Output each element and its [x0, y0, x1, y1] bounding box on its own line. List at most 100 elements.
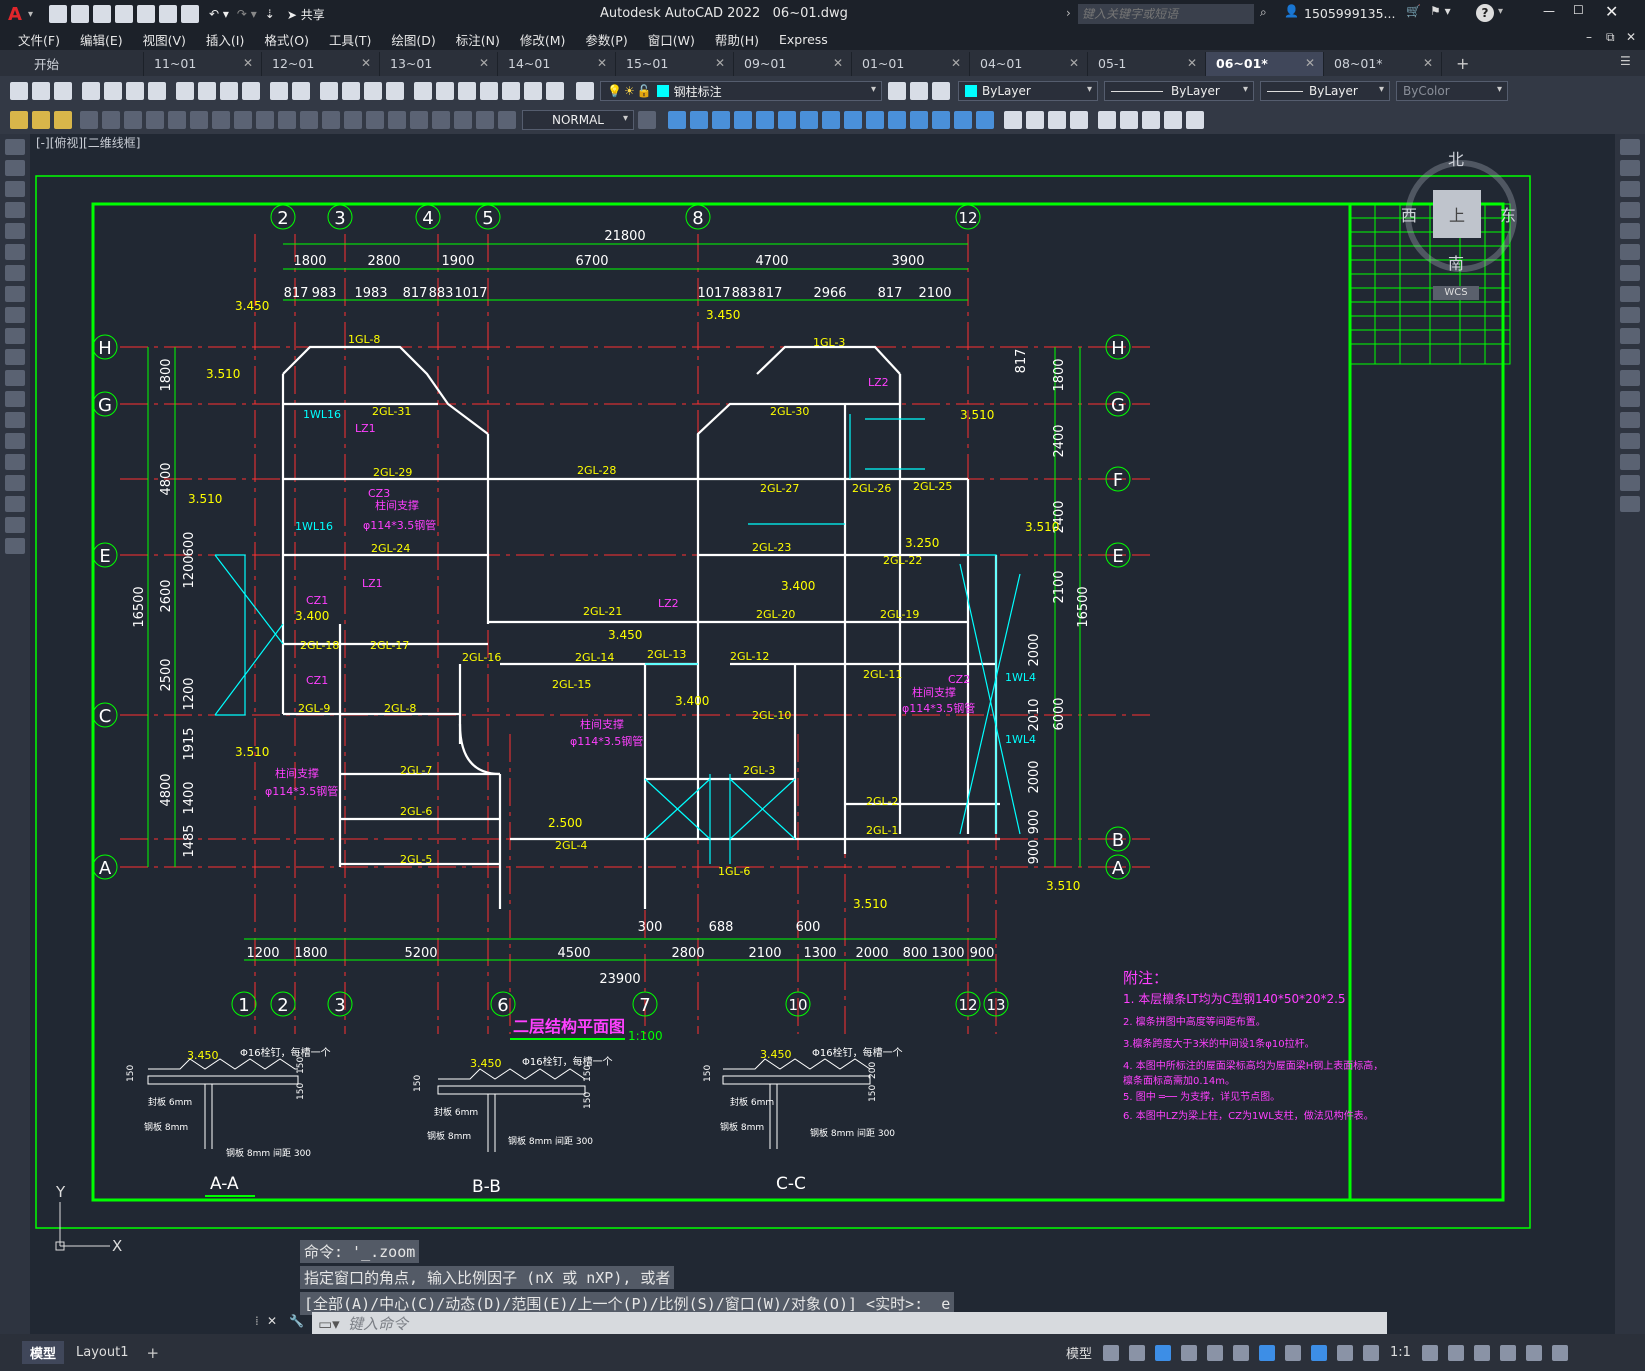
- group-select-icon[interactable]: [1164, 111, 1182, 129]
- offset-icon[interactable]: [712, 111, 730, 129]
- polygon-icon[interactable]: [5, 202, 25, 218]
- tb-paste-icon[interactable]: [220, 82, 238, 100]
- tb-zoom-realtime-icon[interactable]: [342, 82, 360, 100]
- mirror-icon[interactable]: [690, 111, 708, 129]
- circle-icon[interactable]: [5, 265, 25, 281]
- open-file-icon[interactable]: [70, 5, 89, 23]
- move-icon[interactable]: [756, 111, 774, 129]
- ortho-icon[interactable]: [1155, 1344, 1172, 1361]
- viewcube[interactable]: 上 北 南 西 东 WCS: [1398, 146, 1518, 300]
- dim-edit-icon[interactable]: [454, 111, 472, 129]
- tab-12-01[interactable]: 12~01 ✕: [262, 51, 380, 76]
- tab-08-01[interactable]: 08~01* ✕: [1324, 51, 1442, 76]
- close-tab-icon[interactable]: ✕: [1187, 56, 1197, 70]
- close-tab-icon[interactable]: ✕: [243, 56, 253, 70]
- chamfer-object-icon[interactable]: [1620, 433, 1640, 449]
- model-space-button[interactable]: 模型: [1060, 1343, 1098, 1362]
- tb-new-icon[interactable]: [10, 82, 28, 100]
- scale-object-icon[interactable]: [1620, 286, 1640, 302]
- isolate-objects-icon[interactable]: [1473, 1344, 1490, 1361]
- tb-tool-palettes-icon[interactable]: [458, 82, 476, 100]
- color-dropdown[interactable]: ByLayer ▾: [958, 81, 1098, 101]
- chamfer-icon[interactable]: [932, 111, 950, 129]
- send-back-icon[interactable]: [1048, 111, 1066, 129]
- region-icon[interactable]: [5, 475, 25, 491]
- tb-zoom-window-icon[interactable]: [364, 82, 382, 100]
- tb-copy-icon[interactable]: [198, 82, 216, 100]
- fillet-icon[interactable]: [954, 111, 972, 129]
- explode-icon[interactable]: [976, 111, 994, 129]
- copy-object-icon[interactable]: [1620, 160, 1640, 176]
- share-button[interactable]: ➤ 共享: [287, 6, 325, 23]
- dim-space-icon[interactable]: [322, 111, 340, 129]
- tab-13-01[interactable]: 13~01 ✕: [380, 51, 498, 76]
- object-snap-icon[interactable]: [1259, 1344, 1276, 1361]
- jogged-linear-icon[interactable]: [432, 111, 450, 129]
- make-block-icon[interactable]: [5, 391, 25, 407]
- tb-zoom-previous-icon[interactable]: [386, 82, 404, 100]
- layer-states-icon[interactable]: [932, 82, 950, 100]
- annotation-scale-value[interactable]: 1:1: [1384, 1345, 1417, 1360]
- hardware-acceleration-icon[interactable]: [1499, 1344, 1516, 1361]
- workspace-gear-icon[interactable]: [1421, 1344, 1438, 1361]
- dim-update-icon[interactable]: [498, 111, 516, 129]
- group-edit-icon[interactable]: [1142, 111, 1160, 129]
- close-window-icon[interactable]: ✕: [1605, 2, 1618, 21]
- tb-pan-icon[interactable]: [320, 82, 338, 100]
- make-layer-current-icon[interactable]: [888, 82, 906, 100]
- tab-04-01[interactable]: 04~01 ✕: [970, 51, 1088, 76]
- break-icon[interactable]: [888, 111, 906, 129]
- dim-angular-icon[interactable]: [234, 111, 252, 129]
- mirror-object-icon[interactable]: [1620, 181, 1640, 197]
- new-tab-icon[interactable]: +: [1456, 54, 1469, 73]
- gradient-icon[interactable]: [5, 454, 25, 470]
- open-web-icon[interactable]: [158, 5, 177, 23]
- rotate-object-icon[interactable]: [1620, 265, 1640, 281]
- inspection-icon[interactable]: [410, 111, 428, 129]
- tb-help-icon[interactable]: [546, 82, 564, 100]
- dim-arc-icon[interactable]: [124, 111, 142, 129]
- extend-object-icon[interactable]: [1620, 349, 1640, 365]
- draw-order-icon[interactable]: [1004, 111, 1022, 129]
- tab-11-01[interactable]: 11~01 ✕: [144, 51, 262, 76]
- stretch-icon[interactable]: [822, 111, 840, 129]
- tb-properties-icon[interactable]: [414, 82, 432, 100]
- dim-diameter-icon[interactable]: [212, 111, 230, 129]
- revcloud-icon[interactable]: [5, 286, 25, 302]
- tab-14-01[interactable]: 14~01 ✕: [498, 51, 616, 76]
- menu-tools[interactable]: 工具(T): [319, 30, 381, 49]
- spline-icon[interactable]: [5, 307, 25, 323]
- isodraft-icon[interactable]: [1207, 1344, 1224, 1361]
- doc-restore-icon[interactable]: ⧉: [1606, 30, 1615, 45]
- tb-preview-icon[interactable]: [104, 82, 122, 100]
- dim-quick-icon[interactable]: [256, 111, 274, 129]
- close-tab-icon[interactable]: ✕: [715, 56, 725, 70]
- polyline-icon[interactable]: [5, 181, 25, 197]
- stretch-object-icon[interactable]: [1620, 307, 1640, 323]
- hatch-icon[interactable]: [5, 433, 25, 449]
- help-icon[interactable]: ?: [1476, 4, 1494, 22]
- clean-screen-icon[interactable]: [1525, 1344, 1542, 1361]
- add-scale-icon[interactable]: [1447, 1344, 1464, 1361]
- break-point-icon[interactable]: [1620, 370, 1640, 386]
- lineweight-icon[interactable]: [1285, 1344, 1302, 1361]
- dimstyle-manager-icon[interactable]: [638, 111, 656, 129]
- tb-redo-icon[interactable]: [292, 82, 310, 100]
- lineweight-dropdown[interactable]: ByLayer ▾: [1260, 81, 1390, 101]
- polar-icon[interactable]: [1181, 1344, 1198, 1361]
- autocad-logo-icon[interactable]: A: [8, 4, 22, 25]
- viewcube-face-top[interactable]: 上: [1433, 190, 1481, 238]
- add-selected-icon[interactable]: [5, 538, 25, 554]
- table-icon[interactable]: [5, 496, 25, 512]
- annotation-scale-icon[interactable]: [1363, 1344, 1380, 1361]
- save-icon[interactable]: [92, 5, 111, 23]
- tolerance-icon[interactable]: [366, 111, 384, 129]
- command-prompt-icon[interactable]: ▭▾: [318, 1315, 340, 1333]
- menu-dimension[interactable]: 标注(N): [446, 30, 510, 49]
- close-tab-icon[interactable]: ✕: [361, 56, 371, 70]
- group-bbox-icon[interactable]: [1186, 111, 1204, 129]
- linetype-dropdown[interactable]: ByLayer ▾: [1104, 81, 1254, 101]
- menu-window[interactable]: 窗口(W): [638, 30, 705, 49]
- tb-design-center-icon[interactable]: [436, 82, 454, 100]
- minimize-icon[interactable]: —: [1543, 4, 1555, 18]
